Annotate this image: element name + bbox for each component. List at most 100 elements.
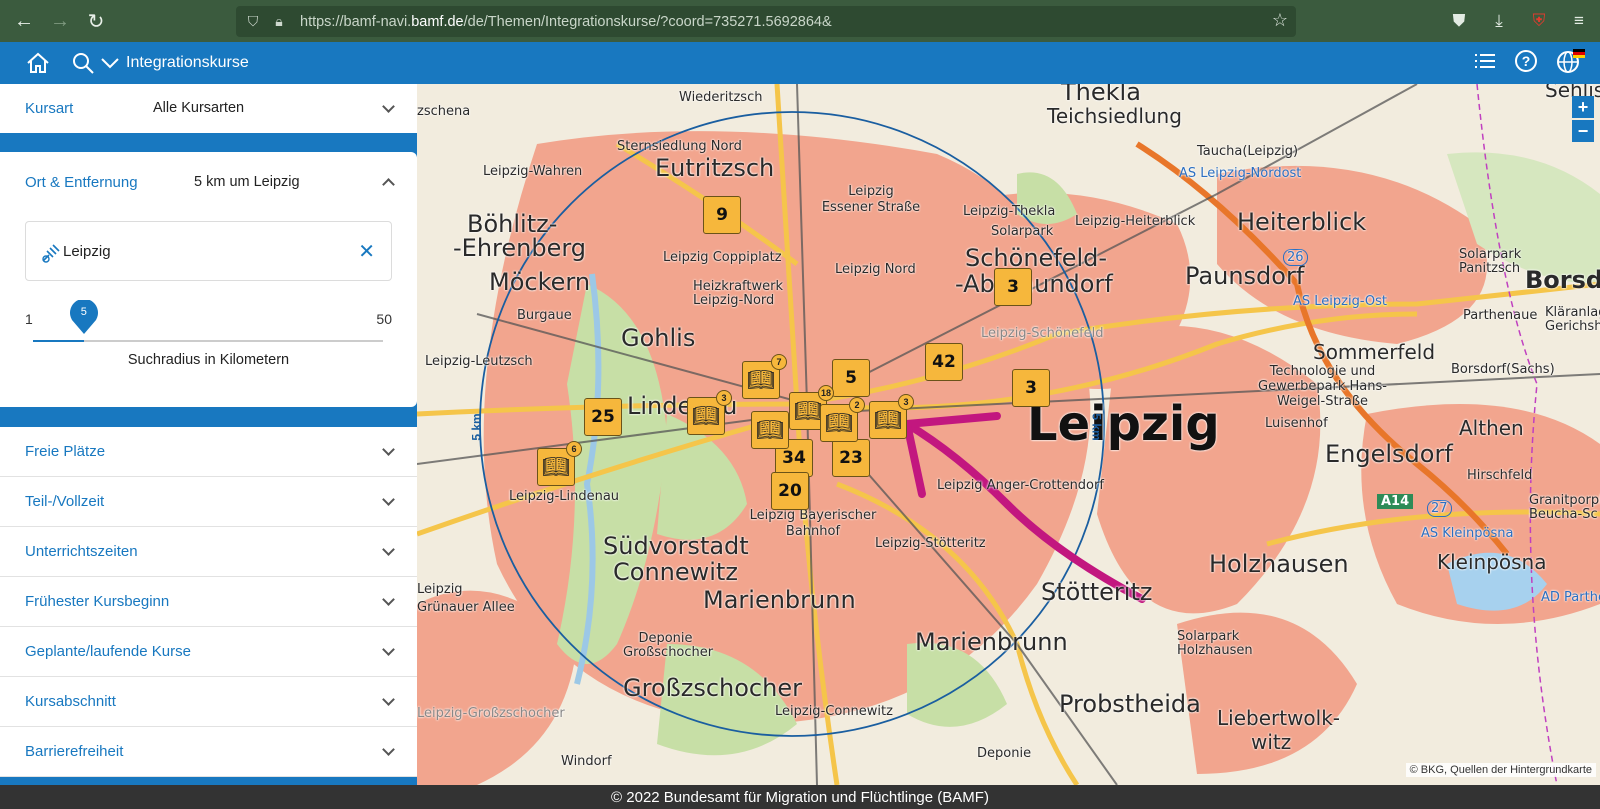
chevron-down-icon[interactable] — [382, 743, 395, 756]
place-label: Probstheida — [1059, 690, 1201, 718]
course-cluster[interactable]: 5 — [832, 359, 870, 397]
place-label: Leipzig-Connewitz — [775, 704, 893, 719]
page-title[interactable]: Integrationskurse — [126, 54, 249, 72]
course-cluster[interactable]: 42 — [925, 343, 963, 381]
place-label: Leipzig Bayerischer Bahnhof — [749, 508, 877, 539]
place-label: Leipzig Grünauer Allee — [417, 582, 515, 615]
radius-label: 5 km — [1089, 413, 1104, 441]
chevron-down-icon[interactable] — [382, 100, 395, 113]
book-icon[interactable]: 📖︎ 6 — [537, 441, 582, 486]
filter-item[interactable]: Unterrichtszeiten — [0, 527, 417, 577]
place-label: Liebertwolk- — [1217, 706, 1341, 730]
browser-toolbar: ← → ↻ ⛉ 🔒︎ https://bamf-navi.bamf.de/de/… — [0, 0, 1600, 42]
place-label: Leipzig Essener Straße — [821, 184, 921, 215]
chevron-down-icon[interactable] — [98, 42, 122, 84]
book-icon[interactable]: 📖︎ 3 — [687, 390, 732, 435]
extension-icon[interactable]: ⛨ — [1528, 11, 1550, 31]
place-label: Heiterblick — [1237, 208, 1367, 236]
place-label: Connewitz — [613, 558, 738, 586]
pocket-icon[interactable]: ⛊ — [1448, 11, 1470, 31]
course-cluster[interactable]: 25 — [584, 398, 622, 436]
forward-icon[interactable]: → — [42, 3, 78, 39]
kursart-row[interactable]: Kursart Alle Kursarten — [0, 84, 417, 133]
slider-fill — [33, 340, 84, 342]
filter-label: Frühester Kursbeginn — [25, 593, 170, 610]
filter-item[interactable]: Geplante/laufende Kurse — [0, 627, 417, 677]
course-cluster[interactable]: 20 — [771, 472, 809, 510]
course-cluster[interactable]: 9 — [703, 196, 741, 234]
location-icon — [40, 242, 64, 269]
filter-item[interactable]: Freie Plätze — [0, 427, 417, 477]
chevron-up-icon[interactable] — [382, 178, 395, 191]
book-icon[interactable]: 📖︎ 3 — [869, 394, 914, 439]
menu-icon[interactable]: ≡ — [1568, 11, 1590, 31]
place-label: Technologie und Gewerbepark Hans-Weigel-… — [1258, 364, 1387, 409]
book-icon[interactable]: 📖︎ 7 — [742, 354, 787, 399]
place-label: Heizkraftwerk Leipzig-Nord — [693, 279, 783, 308]
language-icon[interactable] — [1556, 48, 1586, 79]
book-icon[interactable]: 📖︎ — [751, 411, 789, 449]
location-field[interactable]: Leipzig ✕ — [25, 221, 392, 281]
place-label: Leipzig Anger-Crottendorf — [937, 478, 1104, 493]
filter-item[interactable]: Teil-/Vollzeit — [0, 477, 417, 527]
place-label: Kleinpösna — [1437, 550, 1547, 574]
place-label: Sternsiedlung Nord — [617, 139, 742, 154]
slider-max: 50 — [376, 311, 392, 327]
filter-label: Barrierefreiheit — [25, 743, 124, 760]
lock-icon: 🔒︎ — [275, 13, 283, 29]
book-icon[interactable]: 📖︎ 2 — [820, 397, 865, 442]
slider-handle[interactable]: 5 — [69, 298, 99, 336]
filter-label: Freie Plätze — [25, 443, 106, 460]
filter-label: Kursabschnitt — [25, 693, 116, 710]
zoom-in-icon[interactable]: + — [1572, 96, 1594, 118]
chevron-down-icon[interactable] — [382, 543, 395, 556]
filter-item[interactable]: Frühester Kursbeginn — [0, 577, 417, 627]
radius-slider[interactable]: 5 — [33, 298, 383, 342]
help-icon[interactable]: ? — [1514, 49, 1538, 78]
reload-icon[interactable]: ↻ — [78, 3, 114, 39]
course-cluster[interactable]: 3 — [994, 268, 1032, 306]
location-input[interactable]: Leipzig — [63, 243, 111, 260]
place-label: Südvorstadt — [603, 532, 749, 560]
place-label: Hirschfeld — [1467, 468, 1533, 483]
ort-panel: Ort & Entfernung 5 km um Leipzig Leipzig… — [0, 152, 417, 407]
place-label: Kläranlage Gerichshain — [1545, 305, 1600, 334]
home-icon[interactable] — [8, 42, 68, 84]
place-label: Marienbrunn — [703, 586, 856, 614]
place-label: Solarpark — [991, 224, 1054, 239]
map[interactable]: Wiederitzsch Eutritzsch Sternsiedlung No… — [417, 84, 1600, 785]
chevron-down-icon[interactable] — [382, 493, 395, 506]
place-label: Leipzig-Thekla — [963, 204, 1056, 219]
download-icon[interactable]: ⤓ — [1488, 11, 1510, 31]
course-cluster[interactable]: 3 — [1012, 369, 1050, 407]
place-label: Leipzig-Schönefeld — [981, 326, 1104, 341]
book-count: 18 — [818, 385, 834, 401]
close-icon[interactable]: ✕ — [358, 239, 375, 264]
ort-label[interactable]: Ort & Entfernung — [25, 174, 138, 191]
place-label: AS Kleinpösna — [1421, 526, 1514, 541]
chevron-down-icon[interactable] — [382, 643, 395, 656]
place-label: Holzhausen — [1209, 550, 1349, 578]
app-header: Integrationskurse ? — [0, 42, 1600, 84]
shield-icon[interactable]: ⛉ — [240, 13, 266, 30]
chevron-down-icon[interactable] — [382, 443, 395, 456]
zoom-out-icon[interactable]: − — [1572, 120, 1594, 142]
chevron-down-icon[interactable] — [382, 593, 395, 606]
place-label: Schönefeld- — [965, 244, 1108, 272]
star-icon[interactable]: ☆ — [1272, 10, 1288, 31]
search-icon[interactable] — [68, 42, 98, 84]
list-icon[interactable] — [1474, 52, 1496, 75]
filter-item[interactable]: Barrierefreiheit — [0, 727, 417, 777]
course-cluster[interactable]: 23 — [832, 439, 870, 477]
page: ← → ↻ ⛉ 🔒︎ https://bamf-navi.bamf.de/de/… — [0, 0, 1600, 809]
place-label: AS Leipzig-Ost — [1293, 294, 1387, 309]
road-shield: 27 — [1427, 500, 1452, 517]
back-icon[interactable]: ← — [6, 3, 42, 39]
filter-item[interactable]: Kursabschnitt — [0, 677, 417, 727]
place-label: Leipzig-Leutzsch — [425, 354, 533, 369]
place-label: Leipzig Coppiplatz — [663, 250, 782, 265]
chevron-down-icon[interactable] — [382, 693, 395, 706]
page-footer: © 2022 Bundesamt für Migration und Flüch… — [0, 785, 1600, 809]
address-bar[interactable]: ⛉ 🔒︎ https://bamf-navi.bamf.de/de/Themen… — [236, 6, 1296, 37]
place-label: Engelsdorf — [1325, 440, 1453, 468]
